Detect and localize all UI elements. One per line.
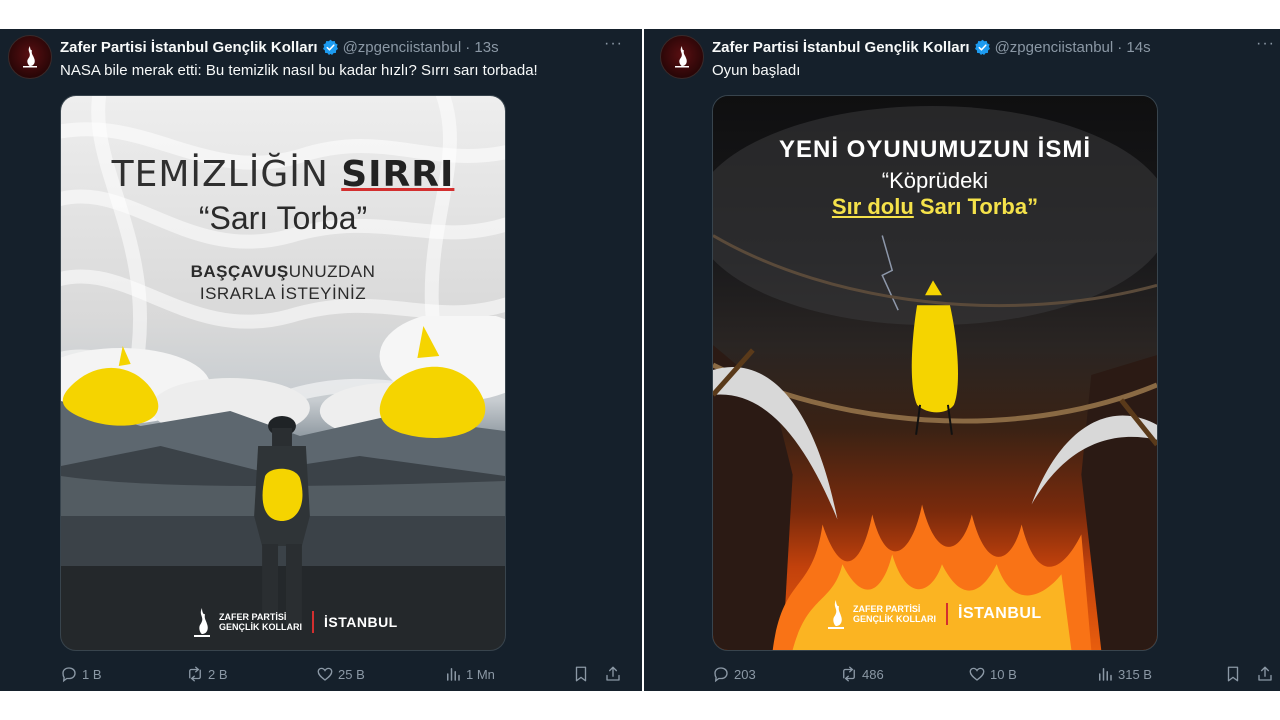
tweet-image[interactable]: TEMİZLİĞİN SIRRI “Sarı Torba” BAŞÇAVUŞUN… [60, 95, 506, 651]
poster-line3-rest: Sarı Torba” [913, 194, 1039, 219]
avatar[interactable] [660, 35, 704, 79]
views-button[interactable]: 1 Mn [444, 665, 495, 683]
poster-slogan-line2: ISRARLA İSTEYİNİZ [199, 284, 367, 303]
tweet-header: Zafer Partisi İstanbul Gençlik Kolları @… [60, 37, 499, 57]
like-icon [317, 667, 333, 681]
reply-count: 1 B [82, 666, 102, 682]
like-button[interactable]: 25 B [316, 665, 365, 683]
tweet-header: Zafer Partisi İstanbul Gençlik Kolları @… [712, 37, 1151, 57]
like-icon [969, 667, 985, 681]
retweet-button[interactable]: 486 [840, 665, 884, 683]
poster-subtitle: “Sarı Torba” [198, 200, 368, 236]
views-count: 1 Mn [466, 666, 495, 682]
reply-button[interactable]: 203 [712, 665, 756, 683]
reply-count: 203 [734, 666, 756, 682]
views-count: 315 B [1118, 666, 1152, 682]
poster-line3-underlined: Sır dolu [831, 194, 914, 219]
verified-icon [974, 39, 990, 55]
logo-separator [312, 611, 314, 633]
soldier-scene [61, 316, 505, 650]
bookmark-icon [575, 666, 587, 682]
tweet-text: NASA bile merak etti: Bu temizlik nasıl … [60, 62, 538, 79]
more-options-icon[interactable]: ··· [604, 35, 623, 53]
share-button[interactable] [604, 665, 622, 683]
poster-temizlik: TEMİZLİĞİN SIRRI “Sarı Torba” BAŞÇAVUŞUN… [61, 96, 505, 650]
more-options-icon[interactable]: ··· [1256, 35, 1275, 53]
author-name[interactable]: Zafer Partisi İstanbul Gençlik Kolları [712, 39, 970, 56]
views-button[interactable]: 315 B [1096, 665, 1152, 683]
tweet-card[interactable]: Zafer Partisi İstanbul Gençlik Kolları @… [644, 29, 1280, 691]
verified-icon [322, 39, 338, 55]
tweet-time[interactable]: · 13s [465, 39, 498, 56]
tweet-time[interactable]: · 14s [1117, 39, 1150, 56]
flame-logo-icon [23, 46, 37, 68]
share-icon [606, 666, 620, 681]
share-icon [1258, 666, 1272, 681]
logo-separator [946, 603, 948, 625]
poster-line3: Sır dolu Sarı Torba” [713, 194, 1157, 220]
retweet-count: 486 [862, 666, 884, 682]
views-icon [1099, 668, 1112, 681]
like-button[interactable]: 10 B [968, 665, 1017, 683]
poster-title: TEMİZLİĞİN SIRRI [61, 154, 505, 195]
author-name[interactable]: Zafer Partisi İstanbul Gençlik Kolları [60, 39, 318, 56]
party-logo: ZAFER PARTİSİ GENÇLİK KOLLARI İSTANBUL [825, 598, 1042, 630]
poster-oyun: YENİ OYUNUMUZUN İSMİ “Köprüdeki Sır dolu… [713, 96, 1157, 650]
poster-line2: “Köprüdeki [881, 168, 989, 193]
reply-icon [62, 667, 76, 683]
bookmark-button[interactable] [1224, 665, 1242, 683]
party-logo: ZAFER PARTİSİ GENÇLİK KOLLARI İSTANBUL [191, 606, 398, 638]
tweet-actions: 203 486 10 B 315 B [644, 665, 1280, 685]
logo-line1: ZAFER PARTİSİ [219, 612, 287, 622]
tweet-actions: 1 B 2 B 25 B 1 Mn [0, 665, 642, 685]
retweet-icon [189, 666, 201, 682]
avatar[interactable] [8, 35, 52, 79]
logo-line2: GENÇLİK KOLLARI [853, 614, 936, 624]
flame-logo-icon [675, 46, 689, 68]
author-handle[interactable]: @zpgenciistanbul [343, 39, 462, 56]
logo-line2: GENÇLİK KOLLARI [219, 622, 302, 632]
reply-icon [714, 667, 728, 683]
slogan-rest: UNUZDAN [288, 262, 376, 281]
share-button[interactable] [1256, 665, 1274, 683]
retweet-count: 2 B [208, 666, 228, 682]
logo-text: ZAFER PARTİSİ GENÇLİK KOLLARI [219, 612, 302, 632]
poster-slogan-line1: BAŞÇAVUŞUNUZDAN [61, 262, 505, 282]
bookmark-icon [1227, 666, 1239, 682]
tweet-image[interactable]: YENİ OYUNUMUZUN İSMİ “Köprüdeki Sır dolu… [712, 95, 1158, 651]
author-handle[interactable]: @zpgenciistanbul [995, 39, 1114, 56]
retweet-icon [843, 666, 855, 682]
reply-button[interactable]: 1 B [60, 665, 102, 683]
poster-title-prefix: TEMİZLİĞİN [111, 154, 342, 195]
poster-title-bold: SIRRI [341, 154, 455, 195]
tweet-text: Oyun başladı [712, 62, 801, 79]
logo-city: İSTANBUL [958, 605, 1042, 622]
poster-heading: YENİ OYUNUMUZUN İSMİ [778, 136, 1091, 163]
like-count: 25 B [338, 666, 365, 682]
logo-city: İSTANBUL [324, 614, 398, 630]
bookmark-button[interactable] [572, 665, 590, 683]
views-icon [447, 668, 460, 681]
logo-line1: ZAFER PARTİSİ [853, 604, 921, 614]
logo-text: ZAFER PARTİSİ GENÇLİK KOLLARI [853, 604, 936, 624]
flame-logo-icon [194, 608, 210, 637]
retweet-button[interactable]: 2 B [186, 665, 228, 683]
like-count: 10 B [990, 666, 1017, 682]
slogan-bold: BAŞÇAVUŞ [190, 262, 289, 281]
flame-logo-icon [828, 600, 844, 629]
tweet-card[interactable]: Zafer Partisi İstanbul Gençlik Kolları @… [0, 29, 642, 691]
